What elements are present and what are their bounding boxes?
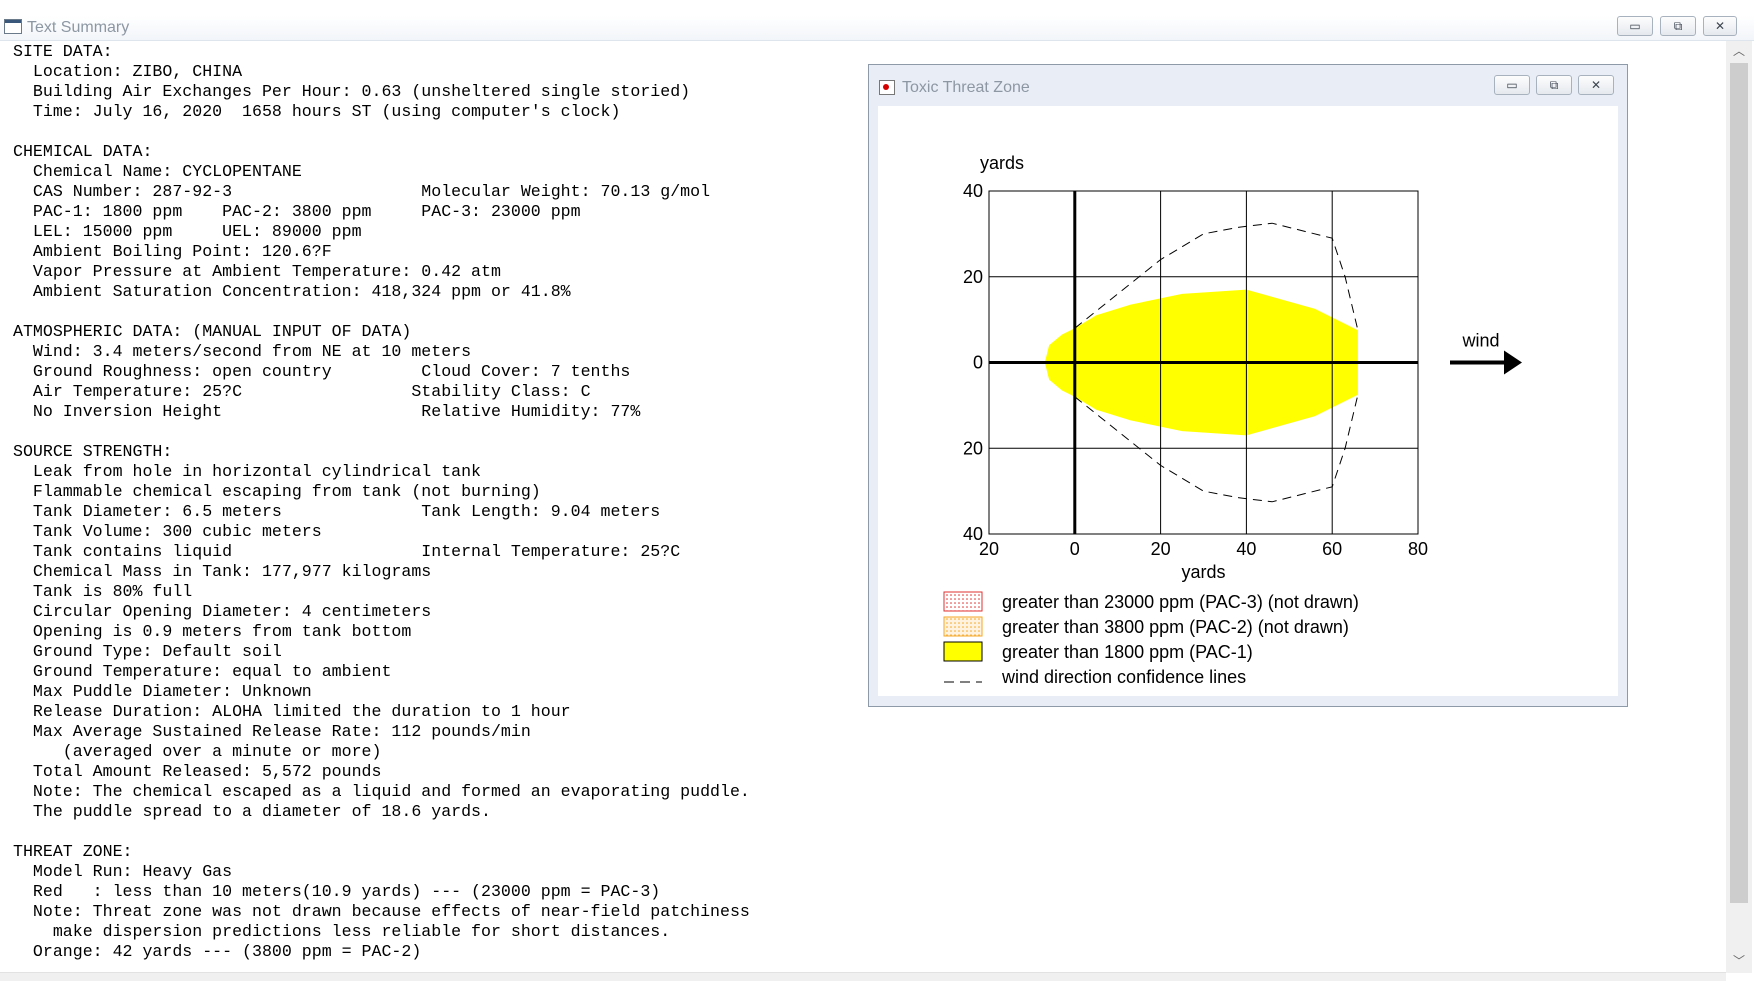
summary-line: Note: The chemical escaped as a liquid a… — [13, 782, 750, 801]
summary-line: Tank is 80% full — [13, 582, 193, 601]
legend-label: greater than 1800 ppm (PAC-1) — [1002, 642, 1253, 662]
summary-line: CAS Number: 287-92-3 Molecular Weight: 7… — [13, 182, 711, 201]
threat-restore-button[interactable]: ⧉ — [1536, 75, 1572, 95]
wind-label: wind — [1461, 331, 1499, 351]
summary-line: Release Duration: ALOHA limited the dura… — [13, 702, 571, 721]
y-tick-label: 40 — [963, 181, 983, 201]
scroll-thumb[interactable] — [1730, 63, 1748, 903]
summary-line: Opening is 0.9 meters from tank bottom — [13, 622, 412, 641]
y-tick-label: 40 — [963, 524, 983, 544]
threat-window-title: Toxic Threat Zone — [902, 79, 1030, 96]
summary-line: Time: July 16, 2020 1658 hours ST (using… — [13, 102, 621, 121]
summary-line: Leak from hole in horizontal cylindrical… — [13, 462, 482, 481]
toxic-threat-zone-window[interactable]: Toxic Threat Zone ▭ ⧉ ✕ 20 0 20 40 60 80 40 20 0… — [868, 64, 1628, 707]
summary-line: Tank Diameter: 6.5 meters Tank Length: 9… — [13, 502, 661, 521]
summary-line: (averaged over a minute or more) — [13, 742, 382, 761]
legend-label: greater than 3800 ppm (PAC-2) (not drawn… — [1002, 617, 1349, 637]
y-axis-label: yards — [980, 153, 1024, 173]
x-tick-label: 20 — [1151, 539, 1171, 559]
summary-line: LEL: 15000 ppm UEL: 89000 ppm — [13, 222, 362, 241]
summary-line: PAC-1: 1800 ppm PAC-2: 3800 ppm PAC-3: 2… — [13, 202, 581, 221]
summary-line: SOURCE STRENGTH: — [13, 442, 173, 461]
summary-line: The puddle spread to a diameter of 18.6 … — [13, 802, 491, 821]
scroll-down-arrow-icon[interactable]: ﹀ — [1726, 951, 1752, 971]
threat-zone-icon — [879, 80, 895, 95]
x-axis-label: yards — [1181, 562, 1225, 582]
main-window-title: Text Summary — [27, 19, 130, 36]
summary-line — [13, 302, 750, 322]
summary-line: Tank Volume: 300 cubic meters — [13, 522, 322, 541]
summary-line: Location: ZIBO, CHINA — [13, 62, 243, 81]
summary-line: Red : less than 10 meters(10.9 yards) --… — [13, 882, 661, 901]
minimize-button[interactable]: ▭ — [1617, 16, 1653, 36]
threat-zone-plot-area: 20 0 20 40 60 80 40 20 0 20 40 yards yards wind great… — [878, 106, 1618, 696]
summary-line: Ground Roughness: open country Cloud Cov… — [13, 362, 631, 381]
summary-line: Tank contains liquid Internal Temperatur… — [13, 542, 681, 561]
summary-line: Max Puddle Diameter: Unknown — [13, 682, 312, 701]
summary-line: Ground Type: Default soil — [13, 642, 282, 661]
summary-line: Model Run: Heavy Gas — [13, 862, 233, 881]
text-summary-content[interactable]: SITE DATA: Location: ZIBO, CHINA Buildin… — [13, 42, 750, 962]
summary-line: Max Average Sustained Release Rate: 112 … — [13, 722, 531, 741]
summary-line: Orange: 42 yards --- (3800 ppm = PAC-2) — [13, 942, 422, 961]
threat-zone-chart: 20 0 20 40 60 80402002040yardsyardswind great… — [943, 153, 1522, 687]
legend-swatch-pac1 — [943, 641, 983, 662]
threat-close-button[interactable]: ✕ — [1578, 75, 1614, 95]
main-titlebar[interactable]: Text Summary ▭ ⧉ ✕ — [0, 16, 1754, 41]
wind-arrow-icon — [1504, 350, 1522, 375]
summary-line — [13, 422, 750, 442]
summary-line: CHEMICAL DATA: — [13, 142, 153, 161]
summary-line: Building Air Exchanges Per Hour: 0.63 (u… — [13, 82, 691, 101]
summary-line: THREAT ZONE: — [13, 842, 133, 861]
x-tick-label: 80 — [1408, 539, 1428, 559]
summary-line: SITE DATA: — [13, 42, 113, 61]
summary-line: make dispersion predictions less reliabl… — [13, 922, 671, 941]
summary-line: Circular Opening Diameter: 4 centimeters — [13, 602, 432, 621]
summary-line: No Inversion Height Relative Humidity: 7… — [13, 402, 641, 421]
restore-button[interactable]: ⧉ — [1660, 16, 1696, 36]
x-tick-label: 0 — [1070, 539, 1080, 559]
x-tick-label: 40 — [1236, 539, 1256, 559]
summary-line: Ambient Saturation Concentration: 418,32… — [13, 282, 571, 301]
summary-line: Wind: 3.4 meters/second from NE at 10 me… — [13, 342, 472, 361]
summary-line: Flammable chemical escaping from tank (n… — [13, 482, 541, 501]
document-icon — [4, 19, 22, 34]
legend-label: greater than 23000 ppm (PAC-3) (not draw… — [1002, 592, 1359, 612]
close-button[interactable]: ✕ — [1703, 16, 1737, 36]
summary-line — [13, 122, 750, 142]
legend-swatch-pac3 — [943, 591, 983, 612]
y-tick-label: 0 — [973, 353, 983, 373]
y-tick-label: 20 — [963, 267, 983, 287]
summary-line: Chemical Mass in Tank: 177,977 kilograms — [13, 562, 432, 581]
summary-line — [13, 822, 750, 842]
y-tick-label: 20 — [963, 438, 983, 458]
summary-line: Total Amount Released: 5,572 pounds — [13, 762, 382, 781]
summary-line: ATMOSPHERIC DATA: (MANUAL INPUT OF DATA) — [13, 322, 412, 341]
summary-line: Ambient Boiling Point: 120.6?F — [13, 242, 332, 261]
scroll-up-arrow-icon[interactable]: ︿ — [1726, 41, 1752, 61]
legend-label: wind direction confidence lines — [1001, 667, 1246, 687]
legend-swatch-pac2 — [943, 616, 983, 637]
summary-line: Chemical Name: CYCLOPENTANE — [13, 162, 302, 181]
summary-line: Vapor Pressure at Ambient Temperature: 0… — [13, 262, 501, 281]
threat-minimize-button[interactable]: ▭ — [1494, 75, 1530, 95]
summary-line: Note: Threat zone was not drawn because … — [13, 902, 750, 921]
summary-line: Ground Temperature: equal to ambient — [13, 662, 392, 681]
summary-line: Air Temperature: 25?C Stability Class: C — [13, 382, 591, 401]
vertical-scrollbar[interactable]: ︿ ﹀ — [1726, 41, 1752, 973]
x-tick-label: 60 — [1322, 539, 1342, 559]
